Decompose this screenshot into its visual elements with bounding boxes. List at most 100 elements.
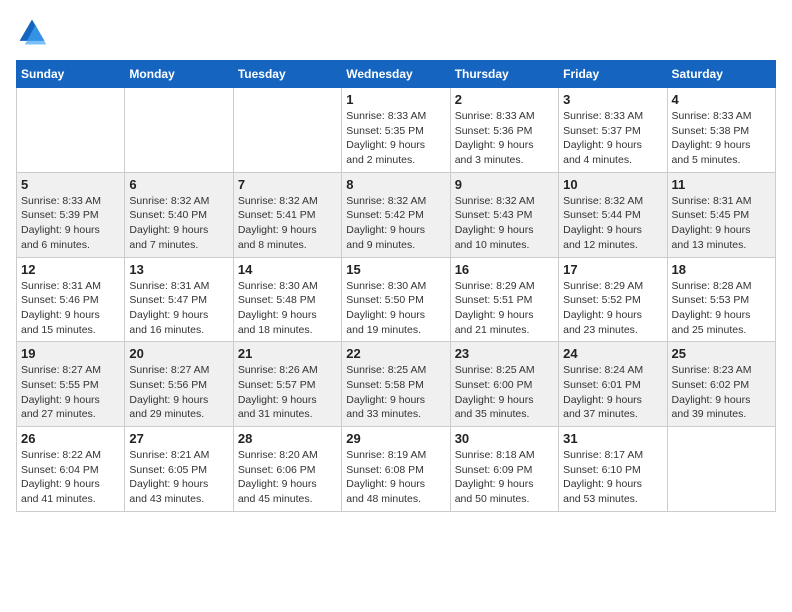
day-info: Sunrise: 8:25 AM Sunset: 6:00 PM Dayligh… (455, 363, 554, 422)
day-info: Sunrise: 8:18 AM Sunset: 6:09 PM Dayligh… (455, 448, 554, 507)
calendar-day-cell: 29 Sunrise: 8:19 AM Sunset: 6:08 PM Dayli… (342, 427, 450, 512)
day-number: 1 (346, 92, 445, 107)
day-info: Sunrise: 8:20 AM Sunset: 6:06 PM Dayligh… (238, 448, 337, 507)
calendar-day-cell: 1 Sunrise: 8:33 AM Sunset: 5:35 PM Daylig… (342, 88, 450, 173)
calendar-header-saturday: Saturday (667, 61, 775, 88)
calendar-day-cell: 15 Sunrise: 8:30 AM Sunset: 5:50 PM Dayli… (342, 257, 450, 342)
calendar-day-cell: 18 Sunrise: 8:28 AM Sunset: 5:53 PM Dayli… (667, 257, 775, 342)
day-number: 15 (346, 262, 445, 277)
day-info: Sunrise: 8:19 AM Sunset: 6:08 PM Dayligh… (346, 448, 445, 507)
calendar-day-cell: 20Sunrise: 8:27 AM Sunset: 5:56 PM Dayli… (125, 342, 233, 427)
day-number: 25 (672, 346, 771, 361)
day-info: Sunrise: 8:32 AM Sunset: 5:40 PM Dayligh… (129, 194, 228, 253)
calendar-header-friday: Friday (559, 61, 667, 88)
day-number: 16 (455, 262, 554, 277)
day-number: 18 (672, 262, 771, 277)
day-info: Sunrise: 8:33 AM Sunset: 5:36 PM Dayligh… (455, 109, 554, 168)
calendar-day-cell: 19 Sunrise: 8:27 AM Sunset: 5:55 PM Dayli… (17, 342, 125, 427)
calendar-week-row: 19 Sunrise: 8:27 AM Sunset: 5:55 PM Dayli… (17, 342, 776, 427)
day-number: 13 (129, 262, 228, 277)
day-number: 11 (672, 177, 771, 192)
day-info: Sunrise: 8:31 AM Sunset: 5:46 PM Dayligh… (21, 279, 120, 338)
calendar-header-row: SundayMondayTuesdayWednesdayThursdayFrid… (17, 61, 776, 88)
day-info: Sunrise: 8:30 AM Sunset: 5:48 PM Dayligh… (238, 279, 337, 338)
day-number: 29 (346, 431, 445, 446)
day-info: Sunrise: 8:31 AM Sunset: 5:47 PM Dayligh… (129, 279, 228, 338)
day-info: Sunrise: 8:33 AM Sunset: 5:35 PM Dayligh… (346, 109, 445, 168)
calendar-header-tuesday: Tuesday (233, 61, 341, 88)
day-info: Sunrise: 8:32 AM Sunset: 5:41 PM Dayligh… (238, 194, 337, 253)
calendar-day-cell: 3 Sunrise: 8:33 AM Sunset: 5:37 PM Daylig… (559, 88, 667, 173)
day-number: 28 (238, 431, 337, 446)
calendar-day-cell (125, 88, 233, 173)
calendar-day-cell: 2 Sunrise: 8:33 AM Sunset: 5:36 PM Daylig… (450, 88, 558, 173)
calendar-day-cell: 26Sunrise: 8:22 AM Sunset: 6:04 PM Dayli… (17, 427, 125, 512)
day-number: 26 (21, 431, 120, 446)
day-number: 5 (21, 177, 120, 192)
day-info: Sunrise: 8:32 AM Sunset: 5:44 PM Dayligh… (563, 194, 662, 253)
calendar-day-cell: 14Sunrise: 8:30 AM Sunset: 5:48 PM Dayli… (233, 257, 341, 342)
day-info: Sunrise: 8:30 AM Sunset: 5:50 PM Dayligh… (346, 279, 445, 338)
calendar-week-row: 1 Sunrise: 8:33 AM Sunset: 5:35 PM Daylig… (17, 88, 776, 173)
logo-icon (16, 16, 48, 48)
calendar-week-row: 5 Sunrise: 8:33 AM Sunset: 5:39 PM Daylig… (17, 172, 776, 257)
calendar-day-cell: 5 Sunrise: 8:33 AM Sunset: 5:39 PM Daylig… (17, 172, 125, 257)
day-info: Sunrise: 8:26 AM Sunset: 5:57 PM Dayligh… (238, 363, 337, 422)
day-info: Sunrise: 8:29 AM Sunset: 5:52 PM Dayligh… (563, 279, 662, 338)
day-number: 10 (563, 177, 662, 192)
calendar-day-cell: 27Sunrise: 8:21 AM Sunset: 6:05 PM Dayli… (125, 427, 233, 512)
day-number: 21 (238, 346, 337, 361)
calendar-day-cell (233, 88, 341, 173)
day-number: 20 (129, 346, 228, 361)
day-info: Sunrise: 8:29 AM Sunset: 5:51 PM Dayligh… (455, 279, 554, 338)
day-number: 6 (129, 177, 228, 192)
calendar-day-cell: 23 Sunrise: 8:25 AM Sunset: 6:00 PM Dayli… (450, 342, 558, 427)
calendar-day-cell: 16 Sunrise: 8:29 AM Sunset: 5:51 PM Dayli… (450, 257, 558, 342)
day-info: Sunrise: 8:24 AM Sunset: 6:01 PM Dayligh… (563, 363, 662, 422)
calendar-table: SundayMondayTuesdayWednesdayThursdayFrid… (16, 60, 776, 512)
calendar-day-cell: 6 Sunrise: 8:32 AM Sunset: 5:40 PM Daylig… (125, 172, 233, 257)
calendar-day-cell: 28 Sunrise: 8:20 AM Sunset: 6:06 PM Dayli… (233, 427, 341, 512)
day-number: 24 (563, 346, 662, 361)
day-info: Sunrise: 8:33 AM Sunset: 5:37 PM Dayligh… (563, 109, 662, 168)
calendar-day-cell: 8Sunrise: 8:32 AM Sunset: 5:42 PM Daylig… (342, 172, 450, 257)
calendar-day-cell: 25 Sunrise: 8:23 AM Sunset: 6:02 PM Dayli… (667, 342, 775, 427)
calendar-day-cell: 24 Sunrise: 8:24 AM Sunset: 6:01 PM Dayli… (559, 342, 667, 427)
day-info: Sunrise: 8:23 AM Sunset: 6:02 PM Dayligh… (672, 363, 771, 422)
calendar-day-cell: 17 Sunrise: 8:29 AM Sunset: 5:52 PM Dayli… (559, 257, 667, 342)
calendar-day-cell (667, 427, 775, 512)
day-number: 2 (455, 92, 554, 107)
calendar-week-row: 12 Sunrise: 8:31 AM Sunset: 5:46 PM Dayli… (17, 257, 776, 342)
day-number: 9 (455, 177, 554, 192)
day-info: Sunrise: 8:32 AM Sunset: 5:43 PM Dayligh… (455, 194, 554, 253)
calendar-day-cell: 22Sunrise: 8:25 AM Sunset: 5:58 PM Dayli… (342, 342, 450, 427)
day-info: Sunrise: 8:17 AM Sunset: 6:10 PM Dayligh… (563, 448, 662, 507)
calendar-day-cell: 11 Sunrise: 8:31 AM Sunset: 5:45 PM Dayli… (667, 172, 775, 257)
calendar-week-row: 26Sunrise: 8:22 AM Sunset: 6:04 PM Dayli… (17, 427, 776, 512)
calendar-day-cell: 12 Sunrise: 8:31 AM Sunset: 5:46 PM Dayli… (17, 257, 125, 342)
day-number: 3 (563, 92, 662, 107)
day-info: Sunrise: 8:33 AM Sunset: 5:39 PM Dayligh… (21, 194, 120, 253)
page-header (16, 16, 776, 48)
day-info: Sunrise: 8:28 AM Sunset: 5:53 PM Dayligh… (672, 279, 771, 338)
calendar-header-wednesday: Wednesday (342, 61, 450, 88)
calendar-day-cell: 31 Sunrise: 8:17 AM Sunset: 6:10 PM Dayli… (559, 427, 667, 512)
day-number: 4 (672, 92, 771, 107)
calendar-day-cell: 30Sunrise: 8:18 AM Sunset: 6:09 PM Dayli… (450, 427, 558, 512)
day-number: 19 (21, 346, 120, 361)
calendar-day-cell: 10 Sunrise: 8:32 AM Sunset: 5:44 PM Dayli… (559, 172, 667, 257)
calendar-day-cell: 4Sunrise: 8:33 AM Sunset: 5:38 PM Daylig… (667, 88, 775, 173)
calendar-day-cell: 13 Sunrise: 8:31 AM Sunset: 5:47 PM Dayli… (125, 257, 233, 342)
day-info: Sunrise: 8:31 AM Sunset: 5:45 PM Dayligh… (672, 194, 771, 253)
day-number: 17 (563, 262, 662, 277)
calendar-header-sunday: Sunday (17, 61, 125, 88)
calendar-day-cell: 21 Sunrise: 8:26 AM Sunset: 5:57 PM Dayli… (233, 342, 341, 427)
day-number: 12 (21, 262, 120, 277)
day-number: 23 (455, 346, 554, 361)
day-number: 7 (238, 177, 337, 192)
day-number: 31 (563, 431, 662, 446)
calendar-header-thursday: Thursday (450, 61, 558, 88)
calendar-day-cell: 9 Sunrise: 8:32 AM Sunset: 5:43 PM Daylig… (450, 172, 558, 257)
day-number: 8 (346, 177, 445, 192)
day-info: Sunrise: 8:27 AM Sunset: 5:55 PM Dayligh… (21, 363, 120, 422)
